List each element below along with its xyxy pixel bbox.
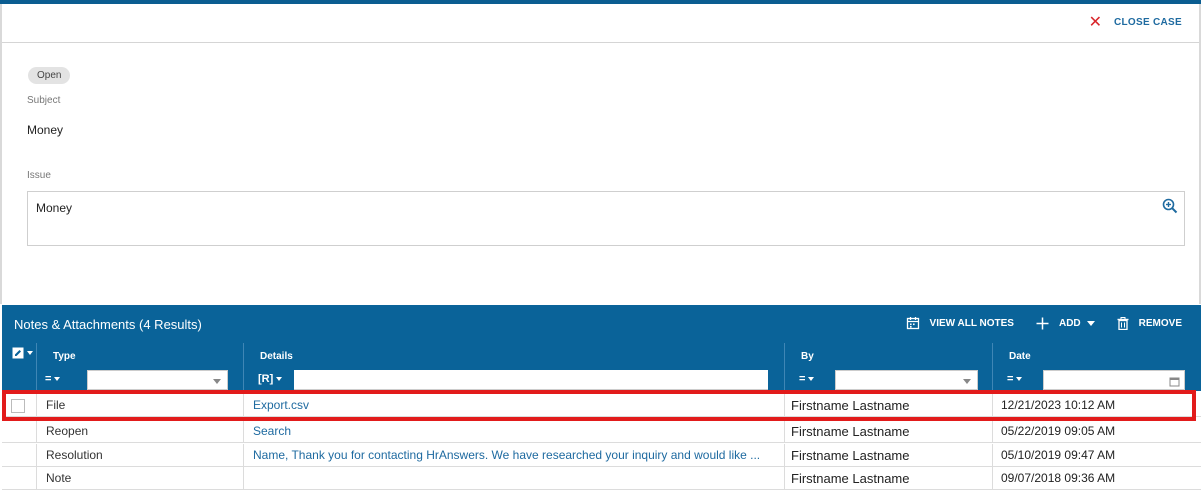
add-button[interactable]: ADD bbox=[1036, 317, 1095, 330]
notes-title: Notes & Attachments (4 Results) bbox=[14, 317, 202, 332]
table-row[interactable]: Resolution Name, Thank you for contactin… bbox=[2, 444, 1201, 467]
details-link[interactable] bbox=[243, 467, 785, 490]
column-details: Details [R] bbox=[243, 343, 785, 391]
row-select-cell[interactable] bbox=[2, 444, 36, 467]
details-filter-operator-label: [R] bbox=[258, 373, 274, 385]
chevron-down-icon bbox=[276, 377, 283, 381]
column-details-label[interactable]: Details bbox=[260, 351, 293, 362]
row-select-cell[interactable] bbox=[2, 467, 36, 490]
details-link[interactable]: Export.csv bbox=[243, 394, 785, 417]
case-header: ✕ CLOSE CASE bbox=[2, 4, 1199, 43]
by-filter-select[interactable] bbox=[835, 370, 978, 390]
status-badge: Open bbox=[28, 67, 71, 84]
date-cell: 12/21/2023 10:12 AM bbox=[992, 394, 1201, 417]
chevron-down-icon bbox=[963, 379, 971, 384]
type-filter-operator-label: = bbox=[45, 373, 52, 385]
type-cell: Note bbox=[36, 467, 244, 490]
by-filter-operator[interactable]: = bbox=[799, 373, 815, 385]
grid-header: Type = Details [R] By = Date = bbox=[2, 343, 1201, 391]
edit-icon bbox=[12, 347, 24, 359]
close-icon: ✕ bbox=[1088, 12, 1102, 31]
view-all-notes-button[interactable]: VIEW ALL NOTES bbox=[906, 316, 1014, 330]
add-label: ADD bbox=[1058, 317, 1081, 329]
remove-button[interactable]: REMOVE bbox=[1117, 316, 1182, 330]
date-filter-input[interactable] bbox=[1043, 370, 1185, 390]
by-cell: Firstname Lastname bbox=[784, 467, 993, 490]
type-filter-select[interactable] bbox=[87, 370, 228, 390]
chevron-down-icon bbox=[1086, 320, 1095, 326]
column-by: By = bbox=[784, 343, 993, 391]
row-select-cell bbox=[2, 394, 36, 417]
date-filter-operator[interactable]: = bbox=[1007, 373, 1023, 385]
by-filter-operator-label: = bbox=[799, 373, 806, 385]
column-date-label[interactable]: Date bbox=[1009, 351, 1031, 362]
close-case-button[interactable]: ✕ CLOSE CASE bbox=[1088, 12, 1182, 31]
column-type-label[interactable]: Type bbox=[53, 351, 76, 362]
notes-toolbar: Notes & Attachments (4 Results) VIEW ALL… bbox=[2, 305, 1201, 343]
column-by-label[interactable]: By bbox=[801, 351, 814, 362]
date-filter-operator-label: = bbox=[1007, 373, 1014, 385]
calendar-icon[interactable] bbox=[1169, 376, 1180, 387]
row-checkbox[interactable] bbox=[11, 399, 25, 413]
by-cell: Firstname Lastname bbox=[784, 444, 993, 467]
details-link[interactable]: Name, Thank you for contacting HrAnswers… bbox=[243, 444, 785, 467]
zoom-in-icon[interactable] bbox=[1162, 198, 1178, 214]
date-cell: 09/07/2018 09:36 AM bbox=[992, 467, 1201, 490]
column-type: Type = bbox=[36, 343, 244, 391]
by-cell: Firstname Lastname bbox=[784, 394, 993, 417]
calendar-icon bbox=[906, 317, 919, 330]
plus-icon bbox=[1036, 317, 1049, 329]
date-cell: 05/10/2019 09:47 AM bbox=[992, 444, 1201, 467]
details-filter-operator[interactable]: [R] bbox=[258, 373, 283, 385]
left-border bbox=[0, 4, 2, 304]
chevron-down-icon bbox=[54, 377, 61, 381]
notes-actions: VIEW ALL NOTES ADD REMOVE bbox=[884, 316, 1182, 330]
row-select-cell[interactable] bbox=[2, 420, 36, 443]
date-cell: 05/22/2019 09:05 AM bbox=[992, 420, 1201, 443]
by-cell: Firstname Lastname bbox=[784, 420, 993, 443]
trash-icon bbox=[1117, 316, 1129, 330]
case-page: ✕ CLOSE CASE Open Subject Money Issue Mo… bbox=[0, 0, 1201, 492]
subject-value: Money bbox=[27, 123, 64, 137]
issue-field[interactable]: Money bbox=[27, 191, 1185, 246]
chevron-down-icon bbox=[1016, 377, 1023, 381]
chevron-down-icon bbox=[27, 351, 33, 355]
issue-value: Money bbox=[36, 201, 73, 215]
table-row[interactable]: File Export.csv Firstname Lastname 12/21… bbox=[2, 394, 1201, 417]
type-filter-operator[interactable]: = bbox=[45, 373, 61, 385]
column-date: Date = bbox=[992, 343, 1201, 391]
chevron-down-icon bbox=[808, 377, 815, 381]
view-all-notes-label: VIEW ALL NOTES bbox=[929, 317, 1014, 329]
type-cell: Resolution bbox=[36, 444, 244, 467]
table-row[interactable]: Note Firstname Lastname 09/07/2018 09:36… bbox=[2, 467, 1201, 490]
select-all-menu[interactable] bbox=[12, 347, 33, 359]
remove-label: REMOVE bbox=[1138, 317, 1182, 329]
type-cell: File bbox=[36, 394, 244, 417]
details-filter-input[interactable] bbox=[294, 370, 768, 390]
close-case-label: CLOSE CASE bbox=[1113, 16, 1182, 28]
chevron-down-icon bbox=[213, 379, 221, 384]
table-row[interactable]: Reopen Search Firstname Lastname 05/22/2… bbox=[2, 420, 1201, 443]
details-link[interactable]: Search bbox=[243, 420, 785, 443]
issue-label: Issue bbox=[27, 170, 51, 181]
subject-label: Subject bbox=[27, 95, 61, 106]
type-cell: Reopen bbox=[36, 420, 244, 443]
